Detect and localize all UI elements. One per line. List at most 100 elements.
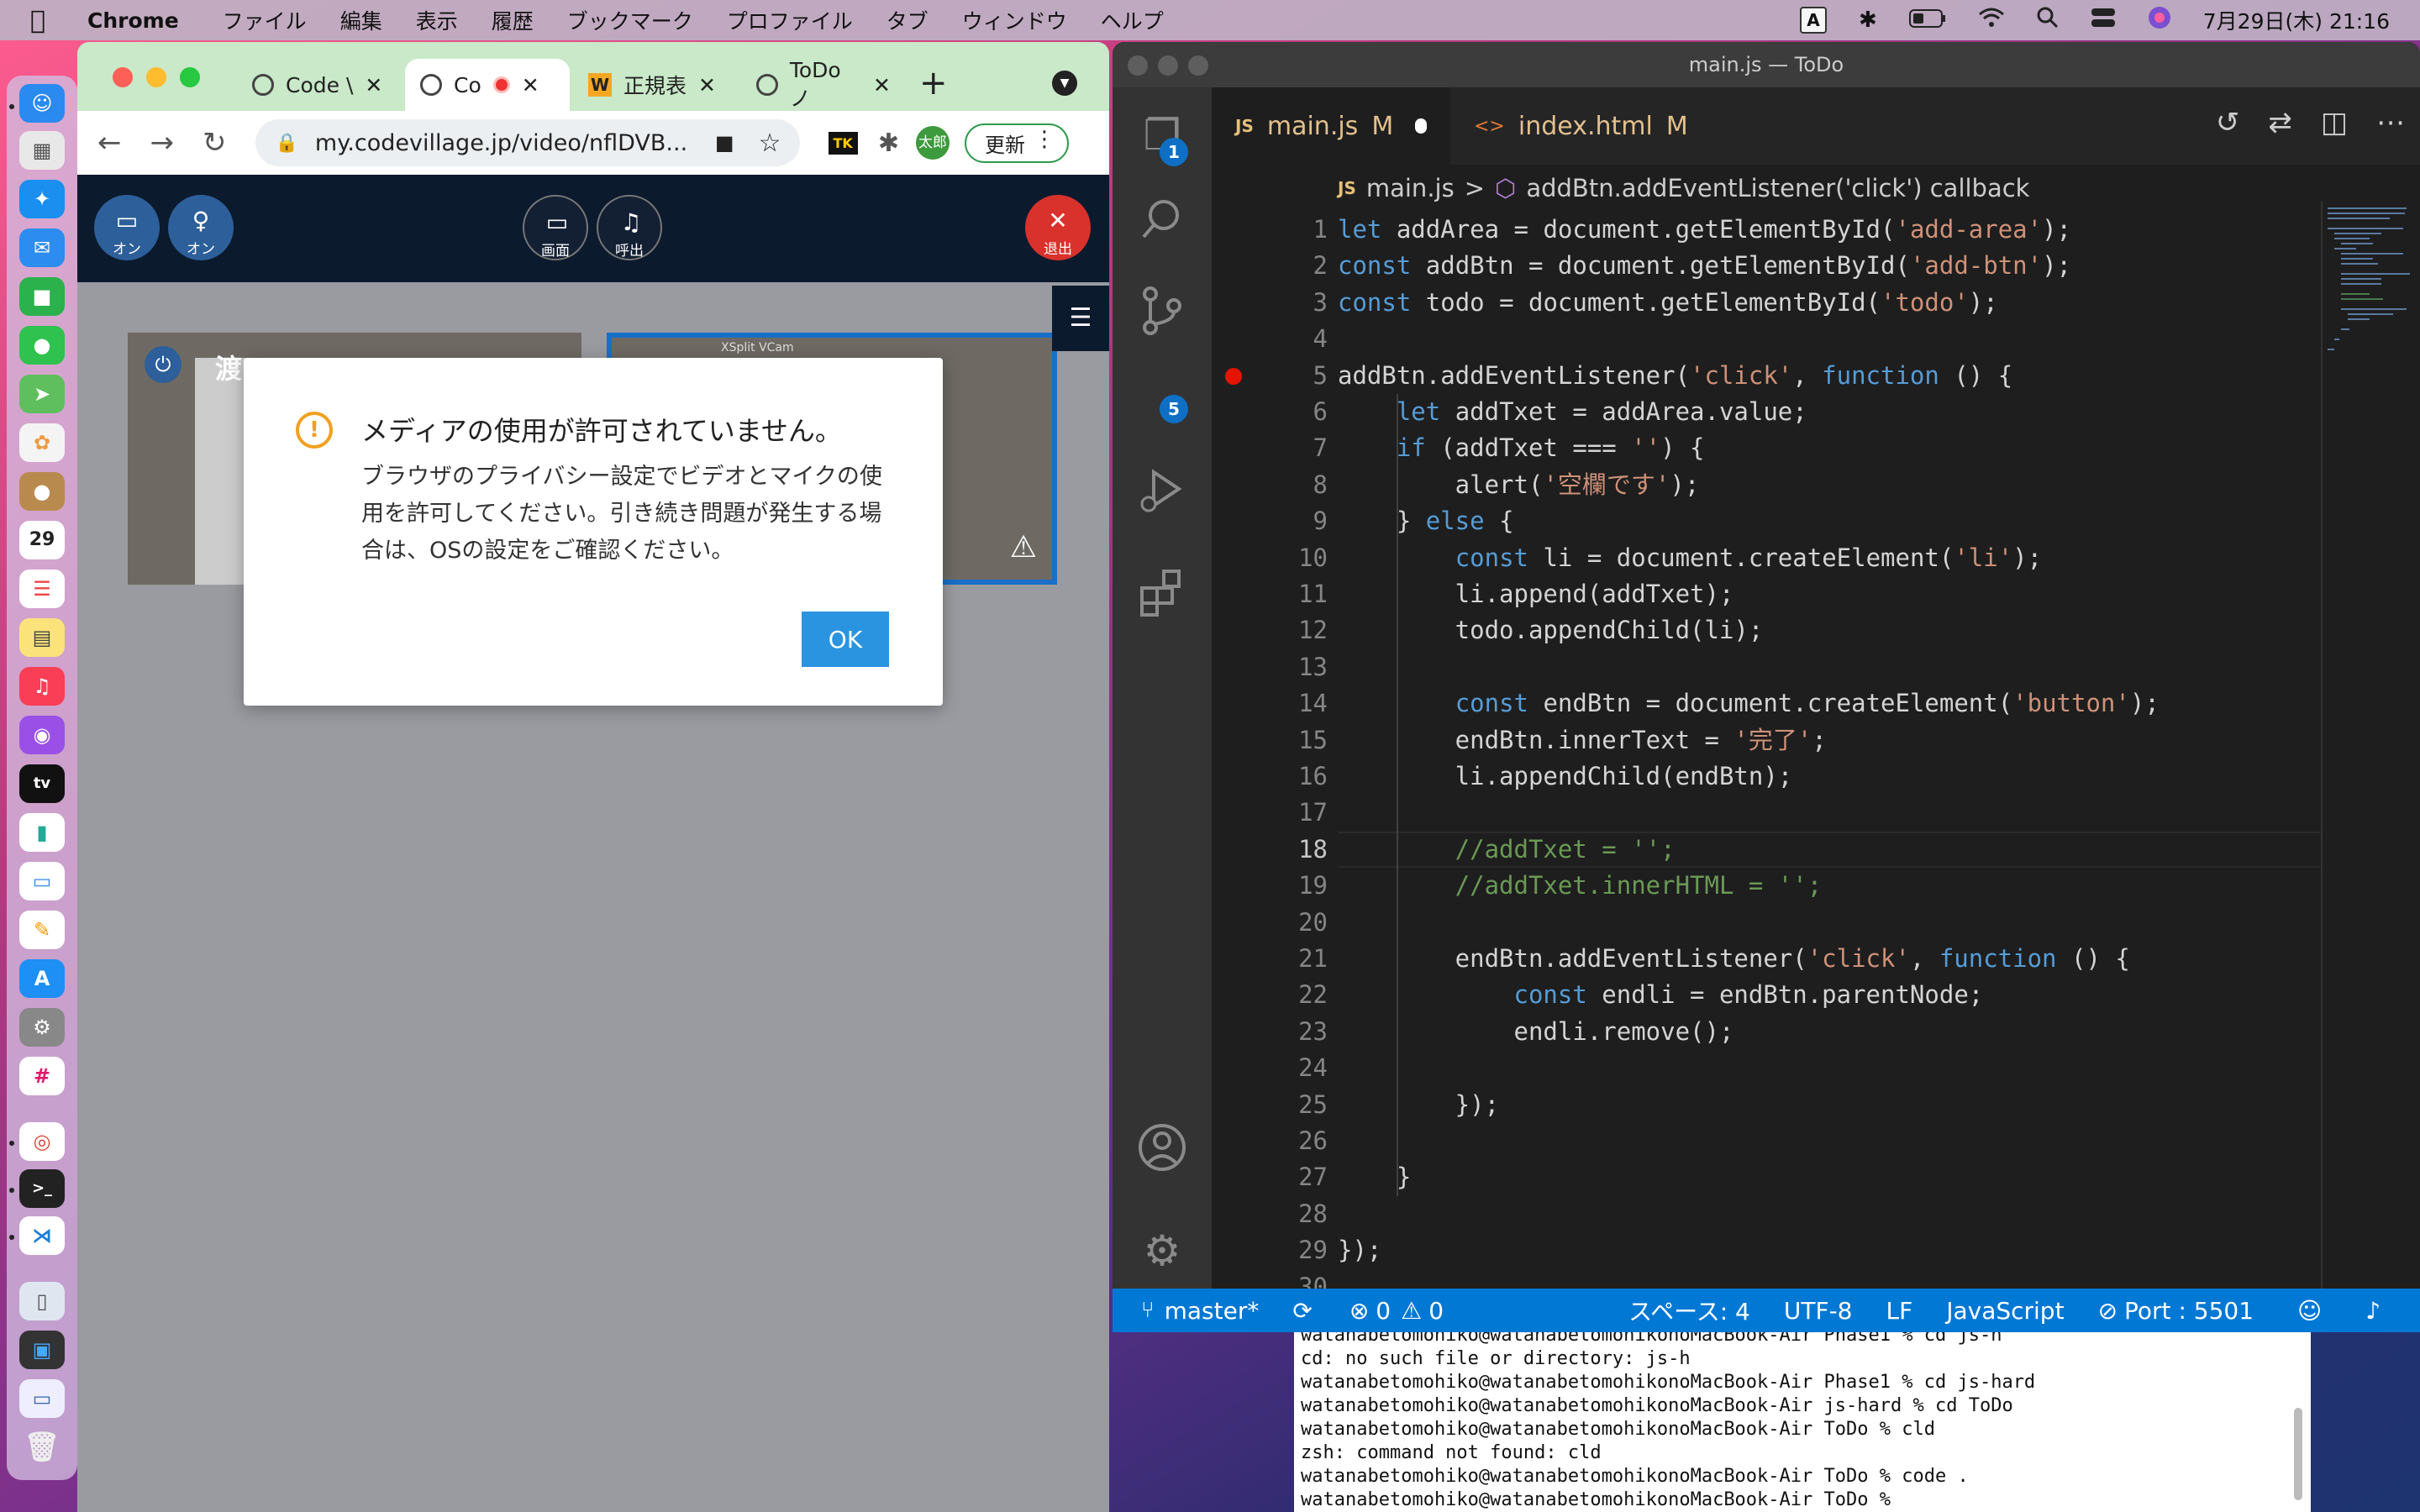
line-number[interactable]: 3 — [1212, 285, 1328, 321]
line-number[interactable]: 22 — [1212, 977, 1328, 1013]
code-line[interactable]: const li = document.createElement('li'); — [1338, 540, 2042, 576]
safari-icon[interactable]: ✦ — [19, 180, 65, 218]
terminal-icon[interactable]: >_ — [19, 1169, 65, 1208]
unsaved-dot-icon[interactable] — [1415, 118, 1427, 134]
zoom-window-button[interactable] — [1188, 55, 1208, 76]
line-number[interactable]: 7 — [1212, 430, 1328, 466]
tab-close-icon[interactable]: ✕ — [873, 73, 891, 97]
terminal-window[interactable]: watanabetomohiko@watanabetomohikonoMacBo… — [1294, 1332, 2311, 1512]
launchpad-icon[interactable]: ▦ — [19, 131, 65, 170]
code-editor[interactable]: 1 let addArea = document.getElementById('… — [1212, 212, 2321, 1301]
code-line[interactable]: const todo = document.getElementById('to… — [1338, 285, 1998, 321]
line-number[interactable]: 28 — [1212, 1196, 1328, 1232]
line-number[interactable]: 13 — [1212, 649, 1328, 685]
menu-item-help[interactable]: ヘルプ — [1101, 5, 1164, 35]
apple-menu-icon[interactable]:  — [30, 6, 45, 35]
keynote-icon[interactable]: ▭ — [19, 862, 65, 900]
code-line[interactable]: let addArea = document.getElementById('a… — [1338, 212, 2071, 248]
screenshot-icon[interactable]: ▣ — [19, 1331, 65, 1369]
menu-item-view[interactable]: 表示 — [416, 5, 458, 35]
input-method-icon[interactable]: A — [1799, 7, 1827, 34]
finder-icon[interactable]: ☺ — [19, 84, 65, 123]
code-line[interactable]: const addBtn = document.getElementById('… — [1338, 248, 2071, 284]
code-line[interactable]: if (addTxet === '') { — [1338, 430, 1705, 466]
tab-todo[interactable]: ToDoノ ✕ — [741, 58, 906, 111]
extensions-puzzle-icon[interactable]: ✱ — [878, 129, 899, 158]
line-number[interactable]: 20 — [1212, 905, 1328, 941]
code-line[interactable]: const endli = endBtn.parentNode; — [1338, 977, 1984, 1013]
code-line[interactable]: //addTxet = ''; — [1338, 832, 1676, 868]
trash-icon[interactable]: 🗑 — [19, 1428, 65, 1467]
code-line[interactable]: alert('空欄です'); — [1338, 467, 1700, 503]
line-number[interactable]: 4 — [1212, 321, 1328, 357]
line-number[interactable]: 21 — [1212, 941, 1328, 977]
maps-icon[interactable]: ➤ — [19, 375, 65, 413]
vscode-icon[interactable]: ⋊ — [19, 1216, 65, 1255]
line-number[interactable]: 26 — [1212, 1123, 1328, 1159]
menu-item-history[interactable]: 履歴 — [492, 5, 534, 35]
minimize-window-button[interactable] — [1158, 55, 1178, 76]
code-line[interactable]: //addTxet.innerHTML = ''; — [1338, 868, 1823, 904]
more-actions-icon[interactable]: ⋯ — [2376, 106, 2405, 139]
system-preferences-icon[interactable]: ⚙ — [19, 1008, 65, 1047]
app-store-icon[interactable]: A — [19, 959, 65, 998]
close-window-button[interactable] — [113, 67, 133, 87]
language-mode[interactable]: JavaScript — [1946, 1297, 2064, 1325]
code-line[interactable]: li.append(addTxet); — [1338, 576, 1734, 612]
code-line[interactable]: endBtn.addEventListener('click', functio… — [1338, 941, 2130, 977]
line-number[interactable]: 1 — [1212, 212, 1328, 248]
pages-icon[interactable]: ✎ — [19, 911, 65, 949]
code-line[interactable]: todo.appendChild(li); — [1338, 612, 1764, 648]
menu-item-bookmarks[interactable]: ブックマーク — [567, 5, 693, 35]
menu-item-tab[interactable]: タブ — [886, 5, 929, 35]
calendar-icon[interactable]: 29 — [19, 521, 65, 559]
tab-code-2[interactable]: Co ✕ — [405, 59, 570, 111]
line-number[interactable]: 27 — [1212, 1159, 1328, 1195]
bookmark-star-icon[interactable]: ☆ — [759, 129, 781, 158]
tab-close-icon[interactable]: ✕ — [365, 73, 382, 97]
chrome-icon[interactable]: ◎ — [19, 1122, 65, 1161]
document-icon[interactable]: ▯ — [19, 1282, 65, 1320]
code-line[interactable]: let addTxet = addArea.value; — [1338, 394, 1807, 430]
wifi-icon[interactable] — [1978, 7, 2005, 34]
podcasts-icon[interactable]: ◉ — [19, 716, 65, 754]
update-button[interactable]: 更新 ⋮ — [964, 123, 1069, 163]
live-server-port[interactable]: Port : 5501 — [2124, 1297, 2254, 1325]
line-number[interactable]: 11 — [1212, 576, 1328, 612]
feedback-icon[interactable]: ☺ — [2297, 1297, 2322, 1325]
line-number[interactable]: 19 — [1212, 868, 1328, 904]
facetime-icon[interactable]: ■ — [19, 277, 65, 316]
line-number[interactable]: 10 — [1212, 540, 1328, 576]
search-icon[interactable] — [1133, 195, 1192, 254]
line-number[interactable]: 2 — [1212, 248, 1328, 284]
line-number[interactable]: 6 — [1212, 394, 1328, 430]
line-number[interactable]: 9 — [1212, 503, 1328, 539]
tab-index-html[interactable]: <> index.html M — [1450, 87, 1688, 165]
control-center-icon[interactable] — [2091, 7, 2116, 34]
line-number[interactable]: 15 — [1212, 722, 1328, 759]
call-button[interactable]: ♫ 呼出 — [597, 195, 662, 260]
minimap[interactable] — [2321, 202, 2420, 1289]
address-bar[interactable]: 🔒 my.codevillage.jp/video/nflDVB... ■ ☆ — [255, 119, 800, 166]
timeline-history-icon[interactable]: ↺ — [2216, 106, 2240, 139]
menu-item-file[interactable]: ファイル — [223, 5, 307, 35]
zoom-window-button[interactable] — [180, 67, 200, 87]
code-line[interactable]: li.appendChild(endBtn); — [1338, 759, 1793, 795]
code-line[interactable]: addBtn.addEventListener('click', functio… — [1338, 358, 2012, 394]
tab-search-button[interactable]: ▼ — [1052, 71, 1077, 96]
camera-toggle-button[interactable]: ▭ オン — [94, 195, 160, 260]
tv-icon[interactable]: tv — [19, 764, 65, 803]
settings-gear-icon[interactable]: ⚙ — [1133, 1221, 1192, 1280]
terminal-scrollbar[interactable] — [2294, 1408, 2302, 1500]
line-number[interactable]: 8 — [1212, 467, 1328, 503]
code-line[interactable]: endli.remove(); — [1338, 1014, 1734, 1050]
ok-button[interactable]: OK — [802, 612, 889, 667]
git-branch[interactable]: master* — [1165, 1297, 1260, 1325]
code-line[interactable]: endBtn.innerText = '完了'; — [1338, 722, 1827, 759]
minimize-window-button[interactable] — [146, 67, 166, 87]
indentation-setting[interactable]: スペース: 4 — [1628, 1294, 1750, 1327]
source-control-icon[interactable] — [1133, 286, 1192, 344]
extensions-icon[interactable] — [1133, 566, 1192, 625]
code-line[interactable]: }); — [1338, 1087, 1499, 1123]
messages-icon[interactable]: ● — [19, 326, 65, 365]
